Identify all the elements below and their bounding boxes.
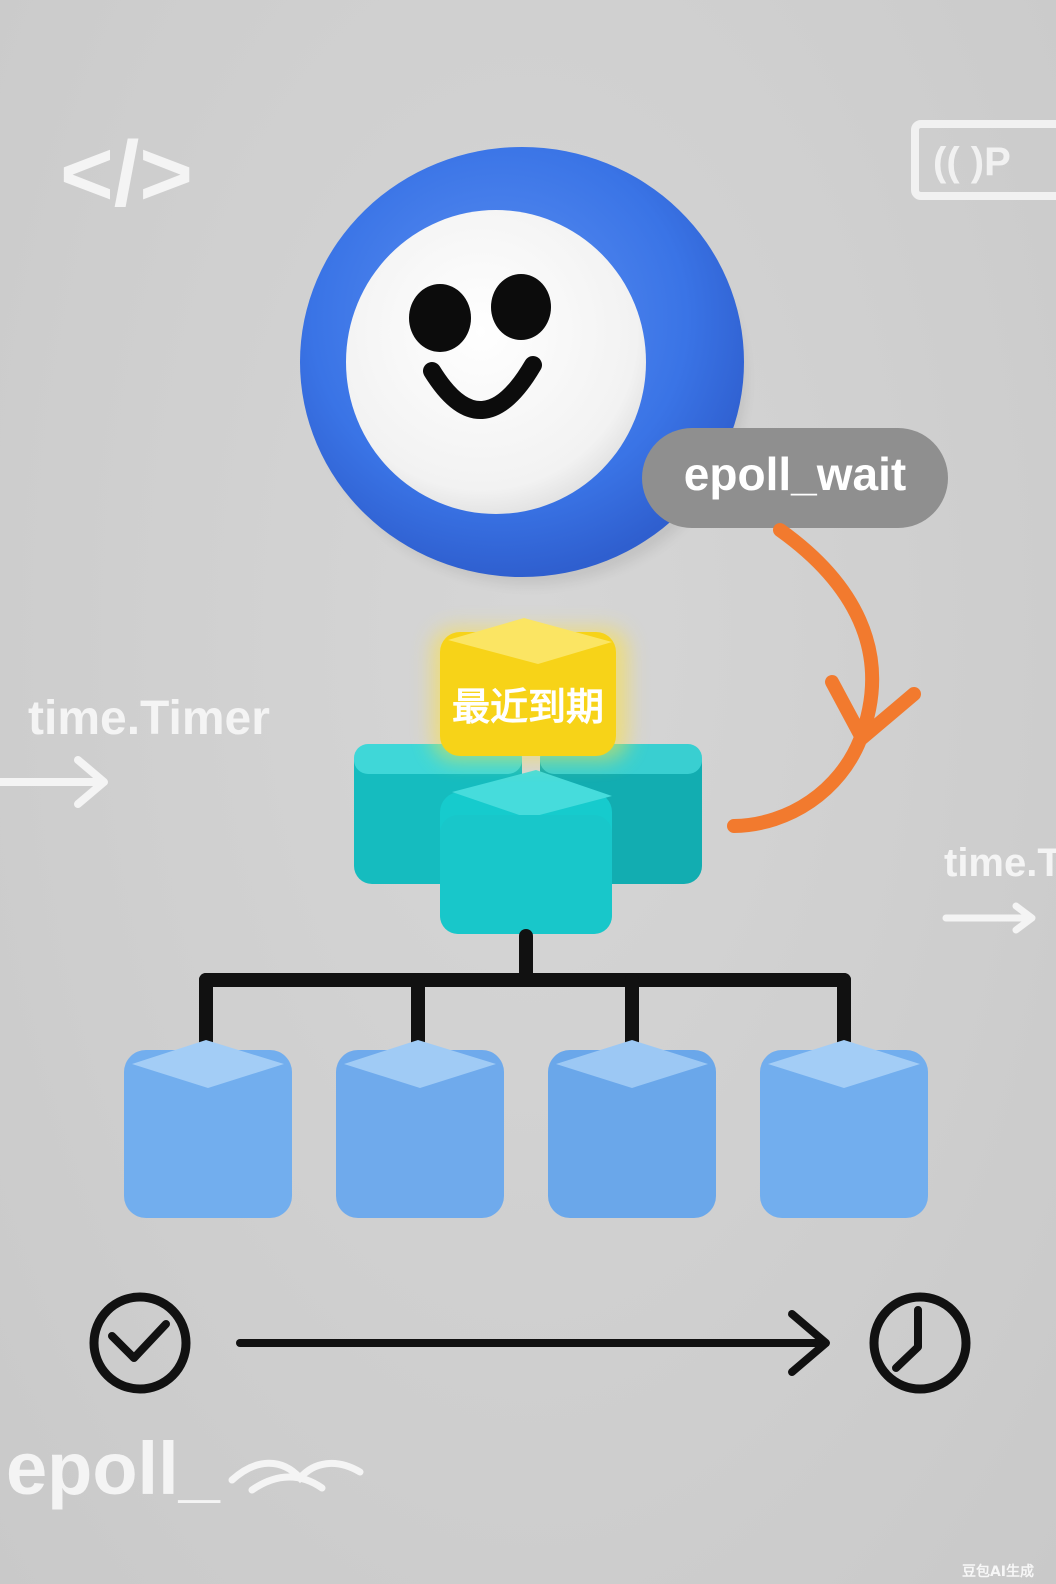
- clock-icon-end: [869, 1292, 971, 1394]
- tree-connectors: [199, 929, 851, 1065]
- teal-cube-cluster: [354, 744, 702, 934]
- nearest-expiry-text: 最近到期: [452, 685, 604, 729]
- orange-arrow-icon: [727, 523, 921, 833]
- scribble-decoration: [228, 1459, 364, 1494]
- callout-text: epoll_wait: [684, 448, 906, 500]
- left-arrow-icon: [0, 756, 108, 808]
- left-timer-label: time.Timer: [28, 692, 270, 745]
- right-timer-label: time.T: [944, 841, 1056, 885]
- timeline-arrow-icon: [236, 1310, 830, 1376]
- code-icon: </>: [60, 123, 193, 225]
- leaf-cube-1: [124, 1040, 292, 1218]
- watermark: 豆包AI生成: [962, 1563, 1034, 1580]
- right-eye: [491, 274, 551, 340]
- left-eye: [409, 284, 471, 352]
- leaf-cube-2: [336, 1040, 504, 1218]
- leaf-cube-3: [548, 1040, 716, 1218]
- bottom-epoll-label: epoll_: [6, 1427, 221, 1510]
- epoll-wait-callout: epoll_wait: [642, 428, 948, 528]
- leaf-cube-4: [760, 1040, 928, 1218]
- right-arrow-icon: [942, 902, 1036, 934]
- clock-icon-start: [89, 1292, 191, 1394]
- corner-badge-text: (( )P: [933, 140, 1011, 184]
- diagram-canvas: </> (( )P epoll_wait time.Timer time.T 最…: [0, 120, 1056, 1580]
- nearest-expiry-block: 最近到期: [432, 618, 628, 760]
- corner-badge: (( )P: [911, 120, 1056, 200]
